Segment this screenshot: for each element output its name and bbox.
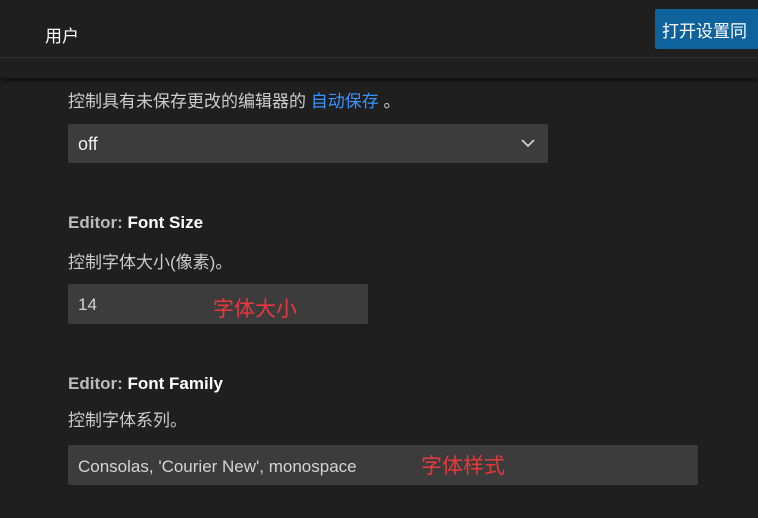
font-size-input-value: 14 <box>78 295 97 314</box>
font-size-annotation: 字体大小 <box>213 298 297 321</box>
font-family-input-value: Consolas, 'Courier New', monospace <box>78 457 357 476</box>
font-size-name: Font Size <box>127 213 204 232</box>
font-size-title: Editor: Font Size <box>68 213 203 233</box>
font-size-category: Editor: <box>68 213 128 232</box>
open-settings-button[interactable]: 打开设置同 <box>655 9 758 49</box>
font-family-category: Editor: <box>68 374 128 393</box>
font-family-description: 控制字体系列。 <box>68 411 187 430</box>
tab-divider <box>0 57 758 58</box>
auto-save-link[interactable]: 自动保存 <box>311 92 379 111</box>
tab-user-label: 用户 <box>45 27 79 46</box>
font-family-annotation: 字体样式 <box>421 455 505 478</box>
font-family-title: Editor: Font Family <box>68 374 223 394</box>
font-size-description: 控制字体大小(像素)。 <box>68 253 233 272</box>
settings-header: 用户 打开设置同 <box>0 0 758 78</box>
auto-save-description-text: 控制具有未保存更改的编辑器的 <box>68 92 306 111</box>
font-family-name: Font Family <box>127 374 223 393</box>
font-family-input[interactable]: Consolas, 'Courier New', monospace <box>68 445 698 485</box>
auto-save-select-value: off <box>78 134 98 154</box>
auto-save-description: 控制具有未保存更改的编辑器的 自动保存 。 <box>68 87 400 112</box>
chevron-down-icon <box>521 139 535 148</box>
tab-user[interactable]: 用户 <box>33 0 96 58</box>
auto-save-select[interactable]: off <box>68 124 548 163</box>
auto-save-description-suffix: 。 <box>383 92 401 111</box>
